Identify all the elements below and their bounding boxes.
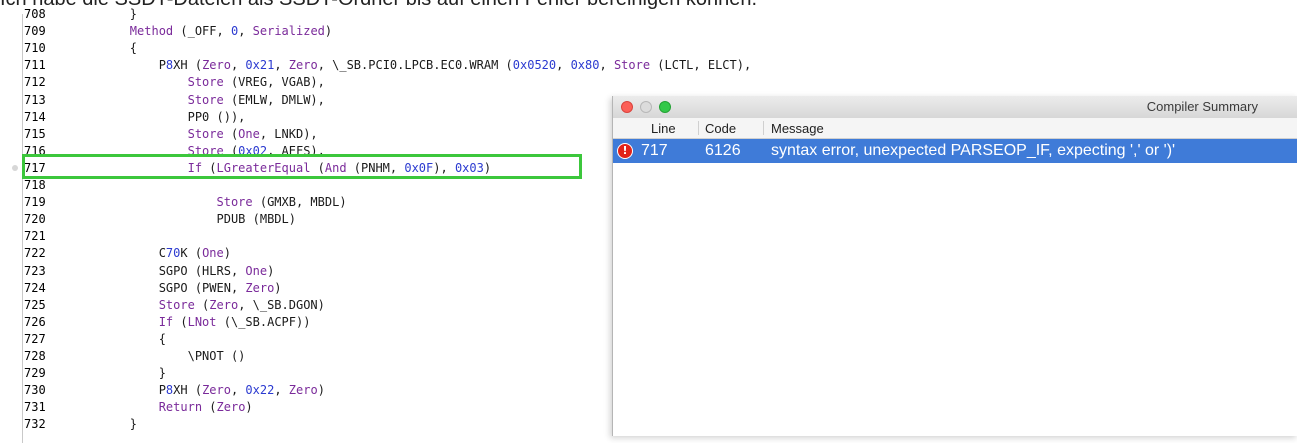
code-text: If (LNot (\_SB.ACPF)): [158, 314, 311, 329]
code-line[interactable]: 711 P8XH (Zero, 0x21, Zero, \_SB.PCI0.LP…: [0, 58, 1297, 72]
code-line[interactable]: 709 Method (_OFF, 0, Serialized): [0, 24, 1297, 38]
line-number: 719: [24, 195, 46, 210]
code-text: Store (GMXB, MBDL): [216, 195, 347, 210]
error-line-highlight: [22, 154, 582, 179]
code-text: {: [72, 331, 166, 346]
code-text: SGPO (HLRS, One): [72, 263, 275, 278]
line-number: 715: [24, 126, 46, 141]
line-number: 711: [24, 58, 46, 73]
error-icon: !: [617, 143, 633, 159]
error-row[interactable]: ! 717 6126 syntax error, unexpected PARS…: [613, 139, 1297, 163]
line-number: 718: [24, 178, 46, 192]
code-text: SGPO (PWEN, Zero): [72, 280, 282, 295]
line-number: 728: [24, 349, 46, 363]
line-number: 721: [24, 229, 46, 244]
code-text: Store (EMLW, DMLW),: [187, 92, 325, 107]
column-header: Line Code Message: [613, 118, 1297, 139]
column-separator: [698, 121, 699, 135]
code-text: Store (Zero, \_SB.DGON): [158, 297, 325, 312]
line-number: 729: [24, 366, 46, 381]
code-text: }: [72, 417, 138, 432]
code-text: Store (One, LNKD),: [187, 126, 318, 141]
line-number: 712: [24, 75, 46, 90]
code-text: PP0 ()),: [72, 109, 246, 124]
code-text: C70K (One): [72, 246, 231, 261]
minimize-window-button[interactable]: [640, 101, 652, 113]
line-number: 732: [24, 417, 46, 432]
line-number: 726: [24, 314, 46, 329]
column-line[interactable]: Line: [651, 121, 676, 136]
line-number: 727: [24, 331, 46, 346]
line-number: 720: [24, 212, 46, 227]
line-number: 723: [24, 263, 46, 278]
zoom-window-button[interactable]: [659, 101, 671, 113]
code-text: PDUB (MBDL): [72, 212, 296, 227]
error-code: 6126: [705, 142, 741, 159]
code-text: Store (VREG, VGAB),: [187, 75, 325, 90]
window-titlebar: Compiler Summary: [613, 96, 1297, 119]
column-separator: [763, 121, 764, 135]
line-number: 731: [24, 400, 46, 415]
code-text: Return (Zero): [158, 400, 253, 415]
code-text: }: [72, 7, 138, 21]
code-text: Method (_OFF, 0, Serialized): [129, 24, 333, 39]
code-line[interactable]: 708 }: [0, 7, 1297, 21]
error-message: syntax error, unexpected PARSEOP_IF, exp…: [771, 142, 1176, 159]
code-line[interactable]: 710 {: [0, 41, 1297, 55]
line-number: 730: [24, 383, 46, 398]
close-window-button[interactable]: [621, 101, 633, 113]
line-number: 708: [24, 7, 46, 21]
code-text: P8XH (Zero, 0x21, Zero, \_SB.PCI0.LPCB.E…: [72, 58, 752, 73]
code-line[interactable]: 712 Store (VREG, VGAB),: [0, 75, 1297, 89]
breakpoint-marker[interactable]: [12, 164, 18, 171]
line-number: 724: [24, 280, 46, 295]
window-title: Compiler Summary: [1146, 99, 1258, 114]
code-text: {: [72, 41, 138, 56]
code-text: \PNOT (): [72, 349, 246, 363]
column-message[interactable]: Message: [771, 121, 824, 136]
error-line-number: 717: [641, 142, 668, 159]
line-number: 710: [24, 41, 46, 56]
code-text: }: [72, 366, 166, 381]
line-number: 714: [24, 109, 46, 124]
line-number: 713: [24, 92, 46, 107]
line-number: 722: [24, 246, 46, 261]
line-number: 725: [24, 297, 46, 312]
code-text: P8XH (Zero, 0x22, Zero): [72, 383, 325, 398]
compiler-summary-window: Compiler Summary Line Code Message ! 717…: [612, 96, 1297, 436]
line-number: 709: [24, 24, 46, 39]
column-code[interactable]: Code: [705, 121, 736, 136]
